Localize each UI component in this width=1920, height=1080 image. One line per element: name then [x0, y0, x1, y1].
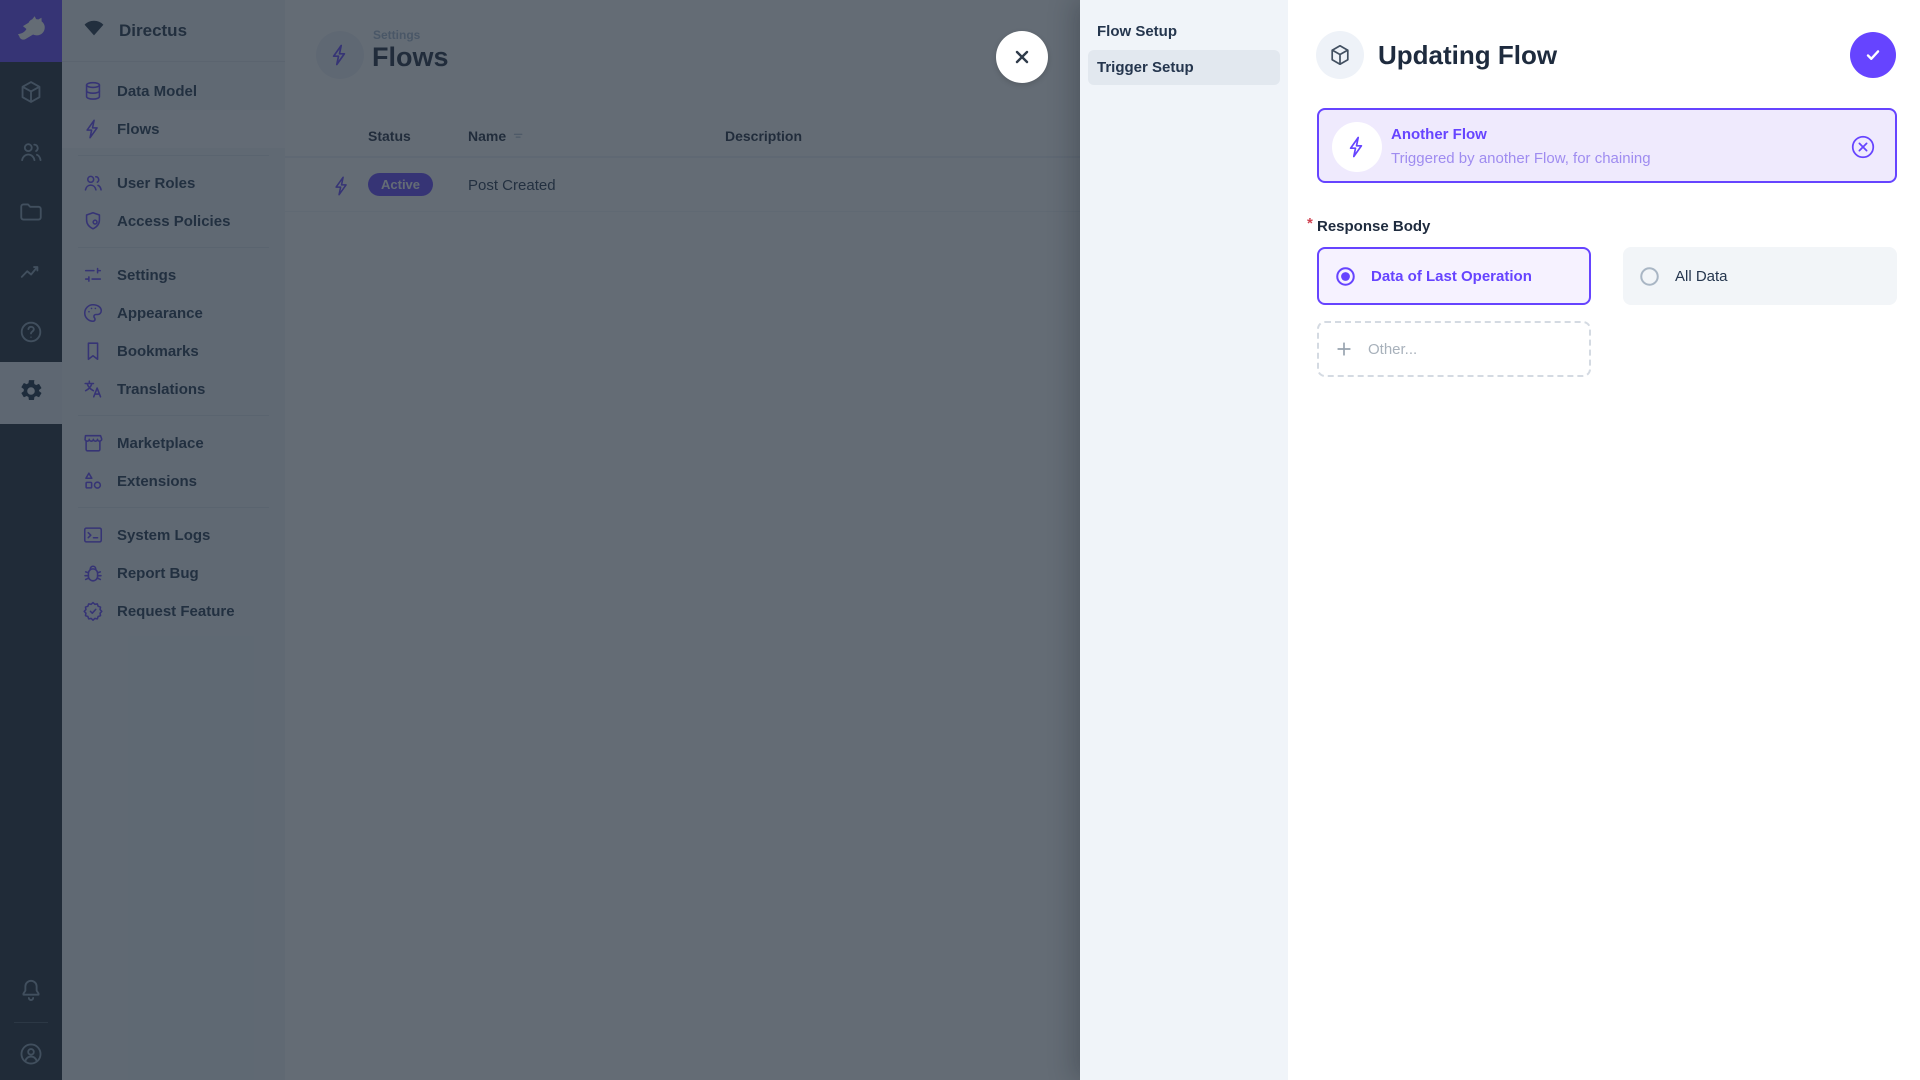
drawer-nav-item-flow-setup[interactable]: Flow Setup [1088, 14, 1280, 49]
plus-icon [1334, 339, 1354, 359]
close-drawer-button[interactable] [996, 31, 1048, 83]
response-body-label: * Response Body [1307, 215, 1431, 235]
directus-app: Directus Data Model Flows User Roles Acc… [0, 0, 1920, 1080]
check-icon [1862, 44, 1884, 66]
drawer-nav: Flow Setup Trigger Setup [1080, 0, 1288, 1080]
box-cube-icon [1316, 31, 1364, 79]
circled-x-icon [1849, 133, 1877, 161]
other-option-button[interactable]: Other... [1317, 321, 1591, 377]
radio-option-data-of-last-operation[interactable]: Data of Last Operation [1317, 247, 1591, 305]
radio-option-all-data[interactable]: All Data [1623, 247, 1897, 305]
drawer-nav-item-trigger-setup[interactable]: Trigger Setup [1088, 50, 1280, 85]
radio-unselected-icon [1638, 265, 1661, 288]
close-x-icon [1010, 45, 1034, 69]
flow-edit-drawer: Flow Setup Trigger Setup Updating Flow A… [1080, 0, 1920, 1080]
drawer-backdrop-overlay[interactable] [0, 0, 1080, 1080]
radio-selected-icon [1334, 265, 1357, 288]
required-asterisk: * [1307, 215, 1313, 232]
other-option-label: Other... [1368, 340, 1418, 358]
save-button[interactable] [1850, 32, 1896, 78]
radio-option-label: Data of Last Operation [1371, 267, 1532, 285]
trigger-setup-panel: Updating Flow Another Flow Triggered by … [1288, 0, 1920, 1080]
trigger-card-subtitle: Triggered by another Flow, for chaining [1391, 150, 1651, 167]
trigger-card-title: Another Flow [1391, 126, 1487, 143]
radio-option-label: All Data [1675, 267, 1728, 285]
drawer-title: Updating Flow [1378, 40, 1558, 70]
bolt-icon [1332, 122, 1382, 172]
selected-trigger-card[interactable]: Another Flow Triggered by another Flow, … [1317, 108, 1897, 183]
deselect-trigger-button[interactable] [1849, 133, 1877, 161]
